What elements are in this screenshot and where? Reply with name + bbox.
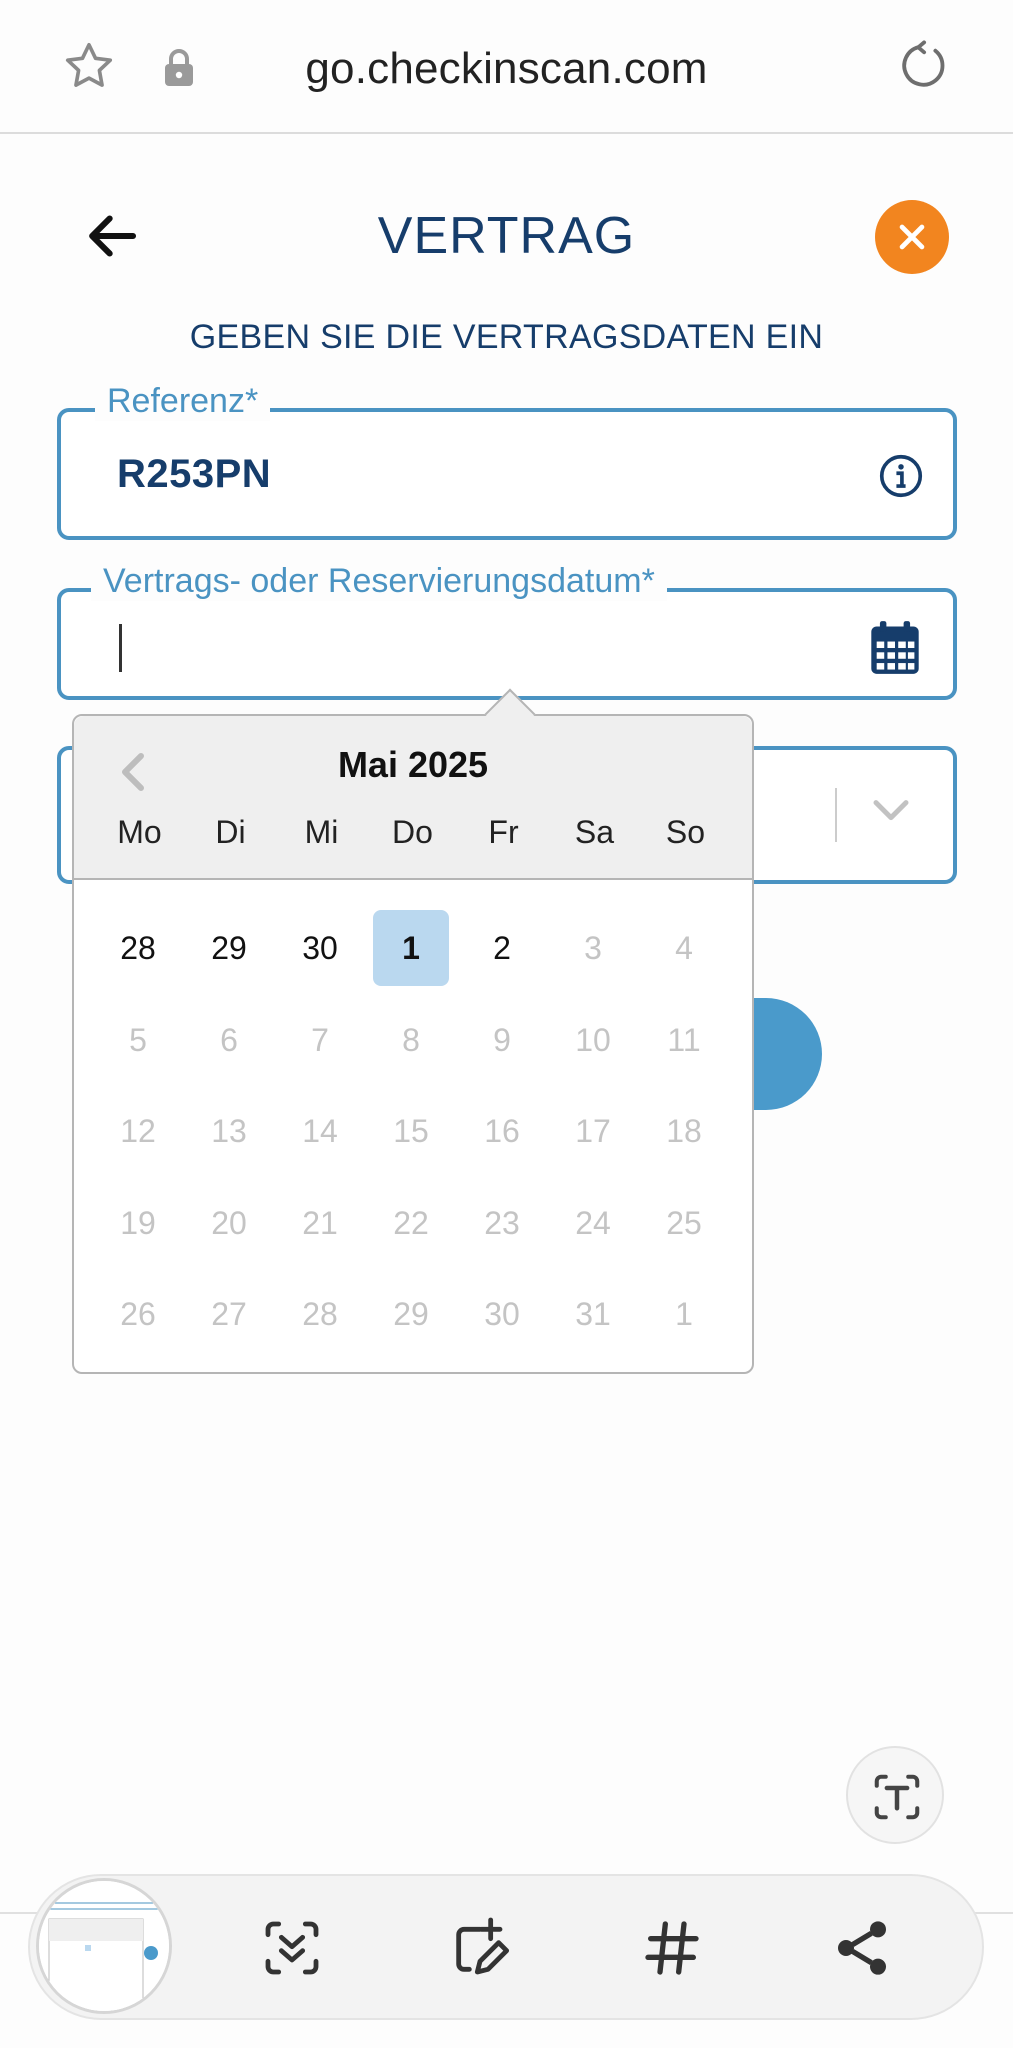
calendar-day: 15 [393, 1113, 429, 1149]
calendar-day: 31 [575, 1296, 611, 1332]
calendar-day: 22 [393, 1205, 429, 1241]
calendar-day[interactable]: 30 [282, 910, 358, 986]
weekday-do: Do [392, 814, 433, 850]
calendar-day: 3 [584, 930, 602, 966]
calendar-day: 29 [393, 1296, 429, 1332]
calendar-day: 28 [302, 1296, 338, 1332]
draw-crop-icon[interactable] [448, 1916, 512, 1980]
share-icon[interactable] [830, 1916, 894, 1980]
calendar-day: 26 [120, 1296, 156, 1332]
screenshot-toolbar [28, 1874, 984, 2020]
page-title: VERTRAG [377, 207, 636, 265]
calendar-day: 19 [120, 1205, 156, 1241]
calendar-day: 14 [302, 1113, 338, 1149]
calendar-icon[interactable] [869, 620, 921, 676]
form-instruction: GEBEN SIE DIE VERTRAGSDATEN EIN [189, 318, 824, 356]
info-icon[interactable] [879, 454, 923, 498]
weekday-mo: Mo [117, 814, 162, 850]
calendar-day: 1 [675, 1296, 693, 1332]
url-text[interactable]: go.checkinscan.com [0, 44, 1013, 94]
thumbnail-preview [39, 1881, 169, 2011]
weekday-so: So [665, 814, 706, 850]
browser-url-bar: go.checkinscan.com [0, 0, 1013, 134]
reference-label: Referenz* [95, 382, 271, 421]
weekday-di: Di [215, 814, 246, 850]
chevron-down-icon[interactable] [871, 796, 911, 826]
calendar-day: 27 [211, 1296, 247, 1332]
calendar-day: 9 [493, 1022, 511, 1058]
calendar-day[interactable]: 2 [464, 910, 540, 986]
close-icon [899, 224, 925, 250]
calendar-day: 17 [575, 1113, 611, 1149]
calendar-day: 21 [302, 1205, 338, 1241]
calendar-day[interactable]: 1 [373, 910, 449, 986]
calendar-day: 8 [402, 1022, 420, 1058]
calendar-day[interactable]: 28 [100, 910, 176, 986]
text-scan-icon [874, 1774, 920, 1820]
calendar-day[interactable]: 29 [191, 910, 267, 986]
calendar-day: 11 [667, 1022, 701, 1058]
calendar-day: 24 [575, 1205, 611, 1241]
calendar-day: 5 [129, 1022, 147, 1058]
weekday-mi: Mi [304, 814, 339, 850]
close-button[interactable] [875, 200, 949, 274]
calendar-day: 25 [666, 1205, 702, 1241]
calendar-day: 13 [211, 1113, 247, 1149]
calendar-day: 12 [120, 1113, 156, 1149]
text-extract-button[interactable] [846, 1746, 944, 1844]
reference-field[interactable]: Referenz* R253PN [57, 382, 957, 540]
calendar-day: 4 [675, 930, 693, 966]
calendar-day: 20 [211, 1205, 247, 1241]
select-divider [835, 788, 837, 842]
contract-date-label: Vertrags- oder Reservierungsdatum* [91, 562, 667, 601]
calendar-day: 6 [220, 1022, 238, 1058]
reload-icon[interactable] [896, 38, 950, 94]
datepicker-popup: Mai 2025 Mo Di Mi Do Fr Sa So 28 29 30 1 2 3 4… [72, 688, 754, 1374]
scroll-capture-icon[interactable] [260, 1916, 324, 1980]
weekday-fr: Fr [488, 814, 519, 850]
reference-value[interactable]: R253PN [117, 452, 271, 497]
hashtag-icon[interactable] [640, 1916, 704, 1980]
calendar-day: 30 [484, 1296, 520, 1332]
calendar-day: 16 [484, 1113, 520, 1149]
calendar-day: 10 [575, 1022, 611, 1058]
text-cursor [119, 624, 122, 672]
screenshot-thumbnail[interactable] [36, 1878, 172, 2014]
datepicker-month-label: Mai 2025 [337, 744, 489, 785]
calendar-day: 7 [311, 1022, 329, 1058]
weekday-sa: Sa [574, 814, 615, 850]
calendar-day: 18 [666, 1113, 702, 1149]
calendar-day: 23 [484, 1205, 520, 1241]
datepicker-header: Mai 2025 Mo Di Mi Do Fr Sa So [74, 716, 752, 880]
contract-date-field[interactable]: Vertrags- oder Reservierungsdatum* [57, 562, 957, 700]
